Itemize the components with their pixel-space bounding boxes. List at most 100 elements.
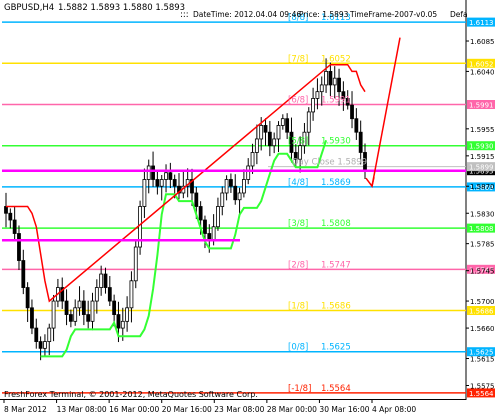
candle-body [64, 300, 69, 315]
murrey-level-label: [1/8] [288, 302, 308, 312]
candle-body [198, 206, 203, 221]
candle-body [12, 219, 17, 234]
price-tag-label: 1.5808 [469, 225, 494, 233]
header-dots: ::: [180, 10, 189, 20]
price-tick-label: 1.5870 [470, 183, 495, 191]
murrey-level-label: [-1/8] [288, 384, 311, 394]
candle-body [216, 206, 220, 228]
header-symbol: GBPUSD,H4 [4, 3, 54, 13]
time-axis-label: 20 Mar 16:00 [162, 405, 212, 414]
candle-body [306, 111, 311, 133]
candle-body [125, 307, 130, 322]
candle-body [133, 246, 138, 282]
murrey-level-label: [5/8] [288, 137, 308, 147]
price-tag-label: 1.6052 [469, 60, 494, 68]
candle-body [142, 179, 147, 207]
footer-copyright: FreshForex Terminal, © 2001-2012, MetaQu… [4, 390, 258, 399]
candle-body [233, 185, 238, 201]
price-tick-label: 1.5745 [470, 268, 495, 276]
day-close-label: Day Close 1.5899 [292, 158, 367, 168]
murrey-level-value: 1.5625 [321, 343, 351, 353]
header-price: Price: 1.5893 [299, 10, 349, 19]
candle-body [263, 125, 268, 133]
murrey-level-label: [0/8] [288, 343, 308, 353]
murrey-level-value: 1.5808 [321, 219, 351, 229]
candle-body [34, 327, 39, 342]
candle-body [21, 260, 26, 288]
candle-body [194, 192, 199, 207]
plot-background [2, 10, 466, 399]
candle-body [254, 138, 259, 153]
candle-body [224, 179, 229, 194]
candle-body [246, 165, 251, 180]
candle-body [350, 104, 354, 120]
candle-body [203, 219, 207, 234]
candle-body [285, 118, 290, 133]
candle-body [159, 179, 164, 187]
candle-body [267, 131, 272, 147]
candle-body [259, 125, 264, 140]
candle-body [77, 300, 82, 309]
murrey-level-value: 1.6052 [321, 54, 351, 64]
price-tag-label: 1.6113 [469, 19, 494, 27]
candle-body [229, 179, 233, 187]
price-tick-label: 1.5700 [470, 298, 495, 306]
candle-body [280, 118, 285, 126]
price-tick-label: 1.5955 [470, 126, 495, 134]
time-axis-label: 13 Mar 08:00 [57, 405, 107, 414]
price-tick-label: 1.5615 [470, 355, 495, 363]
candle-body [241, 179, 246, 194]
candle-body [315, 91, 320, 99]
header-datetime: DateTime: 2012.04.04 09:46 [193, 10, 301, 19]
murrey-level-value: 1.5991 [321, 96, 351, 106]
candle-body [146, 165, 151, 180]
candle-body [151, 165, 155, 180]
time-axis-label: 16 Mar 00:00 [109, 405, 159, 414]
candle-body [47, 327, 52, 342]
murrey-level-label: [4/8] [288, 178, 308, 188]
candle-body [116, 314, 121, 329]
time-axis-label: 30 Mar 16:00 [319, 405, 369, 414]
candle-body [237, 192, 242, 201]
candle-body [168, 172, 173, 180]
header-truncated: Defa [450, 10, 468, 19]
candle-body [86, 314, 91, 322]
candle-body [43, 341, 47, 349]
price-tick-label: 1.6085 [470, 38, 495, 46]
day-close-tag-label: 1.5899 [469, 164, 494, 172]
time-axis-label: 4 Apr 08:00 [372, 405, 416, 414]
murrey-level-value: 1.5564 [321, 384, 351, 394]
chart-window[interactable]: [8/8] 1.6113[7/8] 1.6052[6/8] 1.5991[5/8] 1.… [0, 0, 497, 416]
time-axis-label: 23 Mar 08:00 [214, 405, 264, 414]
price-tick-label: 1.5830 [470, 210, 495, 218]
time-axis-label: 8 Mar 2012 [4, 405, 47, 414]
candle-body [68, 314, 73, 322]
candle-body [73, 307, 78, 322]
candle-body [81, 300, 86, 315]
candle-body [250, 152, 255, 167]
candle-body [332, 77, 337, 86]
candle-body [90, 300, 95, 322]
candle-body [211, 226, 216, 241]
candle-body [164, 172, 168, 180]
candle-body [337, 77, 341, 93]
price-tag-label: 1.5930 [469, 143, 494, 151]
candle-body [311, 98, 315, 113]
murrey-level-value: 1.5686 [321, 302, 351, 312]
candle-body [112, 300, 117, 315]
candle-body [120, 320, 125, 329]
price-tag-label: 1.5564 [469, 390, 494, 398]
murrey-level-label: [3/8] [288, 219, 308, 229]
murrey-level-value: 1.5869 [321, 178, 351, 188]
candle-body [155, 179, 160, 187]
candle-body [324, 71, 328, 86]
header-ohlc: 1.5882 1.5893 1.5880 1.5893 [58, 3, 185, 13]
candle-body [8, 212, 13, 221]
murrey-level-value: 1.5930 [321, 137, 351, 147]
candle-body [94, 287, 99, 302]
candle-body [4, 206, 8, 214]
candle-body [354, 118, 359, 133]
candle-body [272, 138, 277, 147]
murrey-level-value: 1.5747 [321, 260, 351, 270]
price-tick-label: 1.5575 [470, 382, 495, 390]
